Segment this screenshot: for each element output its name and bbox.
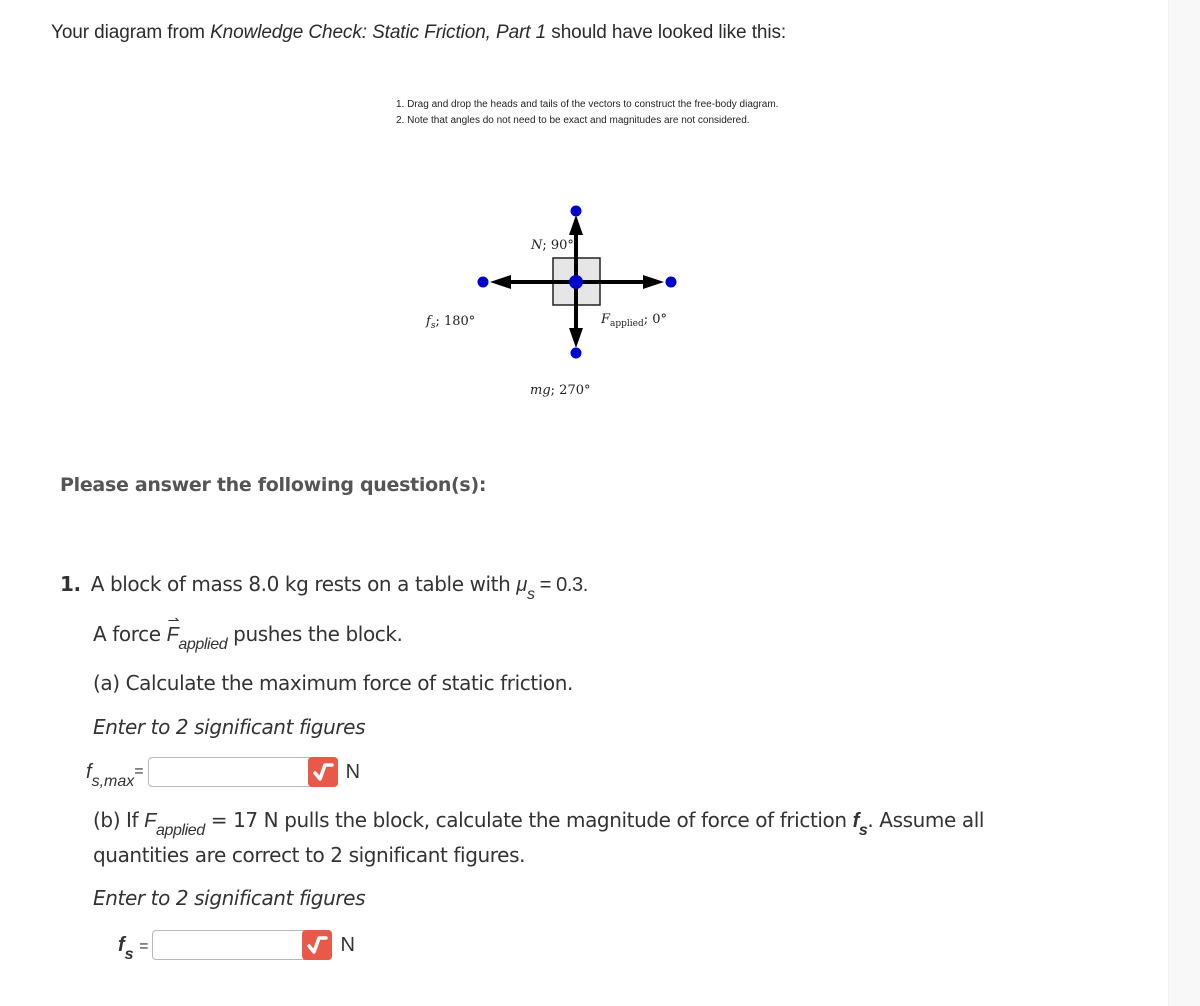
f-s-max-input[interactable] bbox=[152, 759, 297, 787]
part-a-label: fs,max= bbox=[86, 760, 144, 790]
part-a-unit: N bbox=[345, 760, 361, 783]
intro-text: Your diagram from Knowledge Check: Stati… bbox=[51, 22, 786, 44]
part-a-hint: Enter to 2 significant figures bbox=[93, 715, 366, 739]
part-b-answer-row: fs = N bbox=[118, 930, 355, 963]
instruction-1: 1. Drag and drop the heads and tails of … bbox=[396, 99, 779, 110]
question-text: A block of mass 8.0 kg rests on a table … bbox=[90, 572, 517, 596]
check-answer-button[interactable] bbox=[307, 757, 338, 787]
label-gravity: mg; 270° bbox=[530, 383, 590, 398]
mu-subscript: s bbox=[526, 586, 535, 603]
intro-prefix: Your diagram from bbox=[51, 22, 211, 43]
mu-symbol: μ bbox=[516, 574, 527, 596]
f-s-max-input-box bbox=[147, 757, 338, 787]
check-answer-button[interactable] bbox=[302, 930, 333, 960]
label-normal: N; 90° bbox=[530, 238, 574, 253]
fs-symbol: f bbox=[852, 810, 860, 832]
label-applied-force: Fapplied; 0° bbox=[600, 312, 667, 329]
question-number: 1. bbox=[60, 572, 81, 596]
checkmark-icon bbox=[312, 763, 334, 781]
vector-f-symbol: ⇀ F bbox=[166, 612, 180, 646]
prompt-heading: Please answer the following question(s): bbox=[60, 474, 487, 496]
vector-arrow-icon: ⇀ bbox=[167, 612, 180, 628]
instruction-2: 2. Note that angles do not need to be ex… bbox=[396, 115, 750, 126]
knowledge-check-title: Knowledge Check: Static Friction, Part 1 bbox=[210, 22, 547, 43]
right-sidebar-strip bbox=[1168, 0, 1200, 1006]
free-body-diagram-svg: N; 90° fs; 180° Fapplied; 0° mg; 270° bbox=[425, 205, 677, 398]
vector-head-handle[interactable] bbox=[570, 205, 582, 217]
question-1-statement: 1. A block of mass 8.0 kg rests on a tabl… bbox=[60, 572, 589, 603]
vector-head-handle[interactable] bbox=[477, 276, 489, 288]
question-1-force-line: A force ⇀ Fapplied pushes the block. bbox=[93, 612, 403, 653]
part-b-hint: Enter to 2 significant figures bbox=[93, 886, 366, 910]
intro-suffix: should have looked like this: bbox=[546, 22, 787, 43]
part-b-label: fs = bbox=[118, 933, 149, 963]
part-b-text: (b) If Fapplied = 17 N pulls the block, … bbox=[93, 808, 985, 839]
part-b-unit: N bbox=[340, 933, 355, 956]
vector-tail-handle[interactable] bbox=[569, 275, 583, 289]
force-prefix: A force bbox=[93, 622, 167, 646]
part-a-text: (a) Calculate the maximum force of stati… bbox=[93, 671, 574, 695]
mu-value: = 0.3. bbox=[534, 574, 589, 596]
f-applied-symbol: F bbox=[144, 810, 156, 832]
force-suffix: pushes the block. bbox=[227, 622, 403, 646]
checkmark-icon bbox=[307, 936, 329, 954]
vector-head-handle[interactable] bbox=[665, 276, 677, 288]
vector-head-handle[interactable] bbox=[570, 347, 582, 359]
force-subscript: applied bbox=[178, 636, 228, 653]
label-static-friction: fs; 180° bbox=[425, 314, 475, 331]
f-s-input[interactable] bbox=[157, 932, 302, 960]
free-body-diagram: N; 90° fs; 180° Fapplied; 0° mg; 270° bbox=[410, 195, 710, 410]
diagram-instructions: 1. Drag and drop the heads and tails of … bbox=[396, 97, 778, 129]
part-a-answer-row: fs,max= N bbox=[86, 757, 361, 790]
part-b-text-line2: quantities are correct to 2 significant … bbox=[93, 843, 526, 867]
f-s-input-box bbox=[152, 930, 333, 960]
